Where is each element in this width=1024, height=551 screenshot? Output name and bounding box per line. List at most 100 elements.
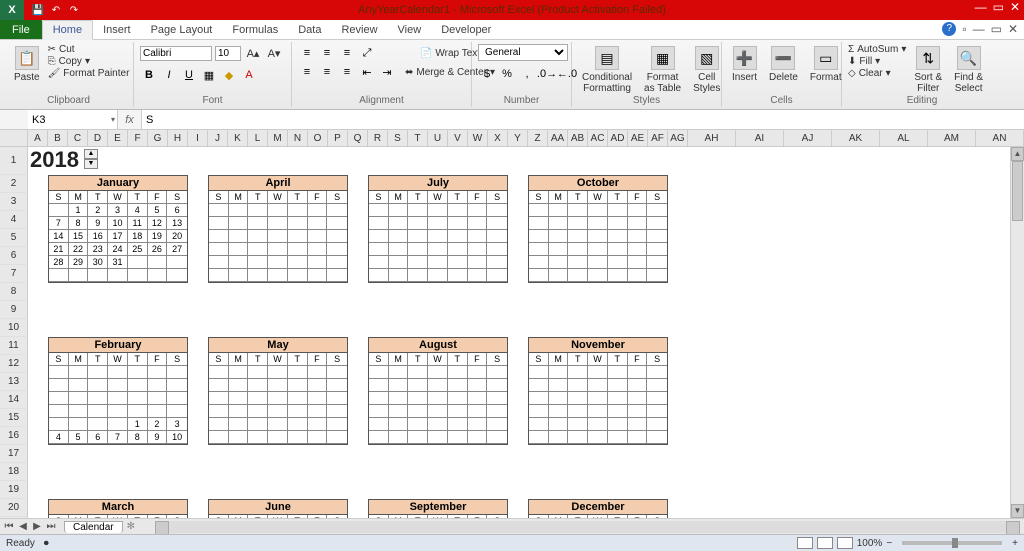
day-cell[interactable] bbox=[588, 256, 608, 269]
day-cell[interactable] bbox=[568, 405, 588, 418]
day-cell[interactable] bbox=[128, 256, 148, 269]
tab-insert[interactable]: Insert bbox=[93, 20, 141, 39]
day-cell[interactable] bbox=[49, 204, 69, 217]
paste-button[interactable]: 📋 Paste bbox=[10, 44, 44, 85]
day-cell[interactable] bbox=[389, 379, 409, 392]
day-cell[interactable] bbox=[369, 366, 389, 379]
day-cell[interactable] bbox=[389, 431, 409, 444]
row-header[interactable]: 4 bbox=[0, 211, 28, 229]
day-cell[interactable] bbox=[327, 256, 347, 269]
day-cell[interactable] bbox=[428, 269, 448, 282]
day-cell[interactable] bbox=[549, 256, 569, 269]
day-cell[interactable] bbox=[408, 392, 428, 405]
day-cell[interactable]: 27 bbox=[167, 243, 187, 256]
day-cell[interactable] bbox=[628, 405, 648, 418]
day-cell[interactable] bbox=[148, 392, 168, 405]
save-icon[interactable]: 💾 bbox=[30, 2, 46, 18]
tab-nav-last[interactable]: ⏭ bbox=[44, 521, 58, 532]
minimize-ribbon-icon[interactable]: ▫ bbox=[962, 22, 966, 36]
day-cell[interactable] bbox=[49, 405, 69, 418]
col-header[interactable]: AJ bbox=[784, 130, 832, 146]
day-cell[interactable] bbox=[268, 431, 288, 444]
day-cell[interactable]: 13 bbox=[167, 217, 187, 230]
formula-bar[interactable]: S bbox=[142, 110, 1024, 129]
day-cell[interactable] bbox=[588, 431, 608, 444]
day-cell[interactable] bbox=[369, 230, 389, 243]
row-header[interactable]: 14 bbox=[0, 391, 28, 409]
day-cell[interactable] bbox=[529, 269, 549, 282]
row-header[interactable]: 9 bbox=[0, 301, 28, 319]
day-cell[interactable] bbox=[308, 217, 328, 230]
day-cell[interactable] bbox=[108, 405, 128, 418]
day-cell[interactable] bbox=[88, 405, 108, 418]
col-header[interactable]: O bbox=[308, 130, 328, 146]
day-cell[interactable] bbox=[588, 418, 608, 431]
day-cell[interactable]: 4 bbox=[128, 204, 148, 217]
day-cell[interactable] bbox=[628, 431, 648, 444]
day-cell[interactable] bbox=[448, 418, 468, 431]
day-cell[interactable] bbox=[268, 256, 288, 269]
day-cell[interactable] bbox=[369, 269, 389, 282]
day-cell[interactable] bbox=[327, 269, 347, 282]
day-cell[interactable] bbox=[69, 269, 89, 282]
day-cell[interactable] bbox=[448, 230, 468, 243]
day-cell[interactable] bbox=[229, 256, 249, 269]
cut-button[interactable]: ✂Cut bbox=[48, 44, 130, 55]
zoom-out-button[interactable]: − bbox=[886, 538, 892, 549]
day-cell[interactable] bbox=[448, 366, 468, 379]
macro-record-icon[interactable]: ⏺ bbox=[44, 538, 49, 549]
day-cell[interactable] bbox=[468, 431, 488, 444]
day-cell[interactable] bbox=[288, 217, 308, 230]
day-cell[interactable] bbox=[468, 230, 488, 243]
day-cell[interactable] bbox=[647, 366, 667, 379]
select-all-corner[interactable] bbox=[0, 130, 28, 146]
col-header[interactable]: AN bbox=[976, 130, 1024, 146]
day-cell[interactable] bbox=[487, 418, 507, 431]
day-cell[interactable] bbox=[487, 269, 507, 282]
day-cell[interactable] bbox=[167, 256, 187, 269]
day-cell[interactable]: 6 bbox=[88, 431, 108, 444]
day-cell[interactable] bbox=[229, 431, 249, 444]
day-cell[interactable]: 3 bbox=[108, 204, 128, 217]
day-cell[interactable] bbox=[568, 256, 588, 269]
day-cell[interactable] bbox=[628, 418, 648, 431]
col-header[interactable]: X bbox=[488, 130, 508, 146]
day-cell[interactable]: 5 bbox=[69, 431, 89, 444]
day-cell[interactable] bbox=[128, 379, 148, 392]
day-cell[interactable]: 18 bbox=[128, 230, 148, 243]
number-format-select[interactable]: General bbox=[478, 44, 568, 61]
day-cell[interactable] bbox=[288, 269, 308, 282]
day-cell[interactable] bbox=[487, 243, 507, 256]
day-cell[interactable]: 28 bbox=[49, 256, 69, 269]
format-cells-button[interactable]: ▭Format bbox=[806, 44, 846, 85]
day-cell[interactable] bbox=[148, 269, 168, 282]
day-cell[interactable] bbox=[408, 366, 428, 379]
day-cell[interactable] bbox=[568, 243, 588, 256]
day-cell[interactable] bbox=[428, 256, 448, 269]
day-cell[interactable]: 19 bbox=[148, 230, 168, 243]
minimize-button[interactable]: — bbox=[975, 0, 987, 14]
italic-button[interactable]: I bbox=[160, 66, 178, 84]
day-cell[interactable] bbox=[209, 366, 229, 379]
day-cell[interactable] bbox=[389, 366, 409, 379]
day-cell[interactable] bbox=[248, 217, 268, 230]
col-header[interactable]: I bbox=[188, 130, 208, 146]
day-cell[interactable]: 11 bbox=[128, 217, 148, 230]
day-cell[interactable] bbox=[448, 269, 468, 282]
day-cell[interactable] bbox=[69, 405, 89, 418]
day-cell[interactable] bbox=[448, 204, 468, 217]
day-cell[interactable] bbox=[389, 418, 409, 431]
col-header[interactable]: AI bbox=[736, 130, 784, 146]
col-header[interactable]: AE bbox=[628, 130, 648, 146]
day-cell[interactable] bbox=[468, 256, 488, 269]
tab-home[interactable]: Home bbox=[42, 20, 93, 40]
day-cell[interactable] bbox=[268, 230, 288, 243]
day-cell[interactable]: 14 bbox=[49, 230, 69, 243]
day-cell[interactable] bbox=[487, 217, 507, 230]
day-cell[interactable]: 10 bbox=[167, 431, 187, 444]
scroll-thumb[interactable] bbox=[1012, 161, 1023, 221]
row-header[interactable]: 16 bbox=[0, 427, 28, 445]
horizontal-scrollbar[interactable] bbox=[155, 521, 1020, 533]
day-cell[interactable] bbox=[327, 366, 347, 379]
day-cell[interactable] bbox=[647, 204, 667, 217]
